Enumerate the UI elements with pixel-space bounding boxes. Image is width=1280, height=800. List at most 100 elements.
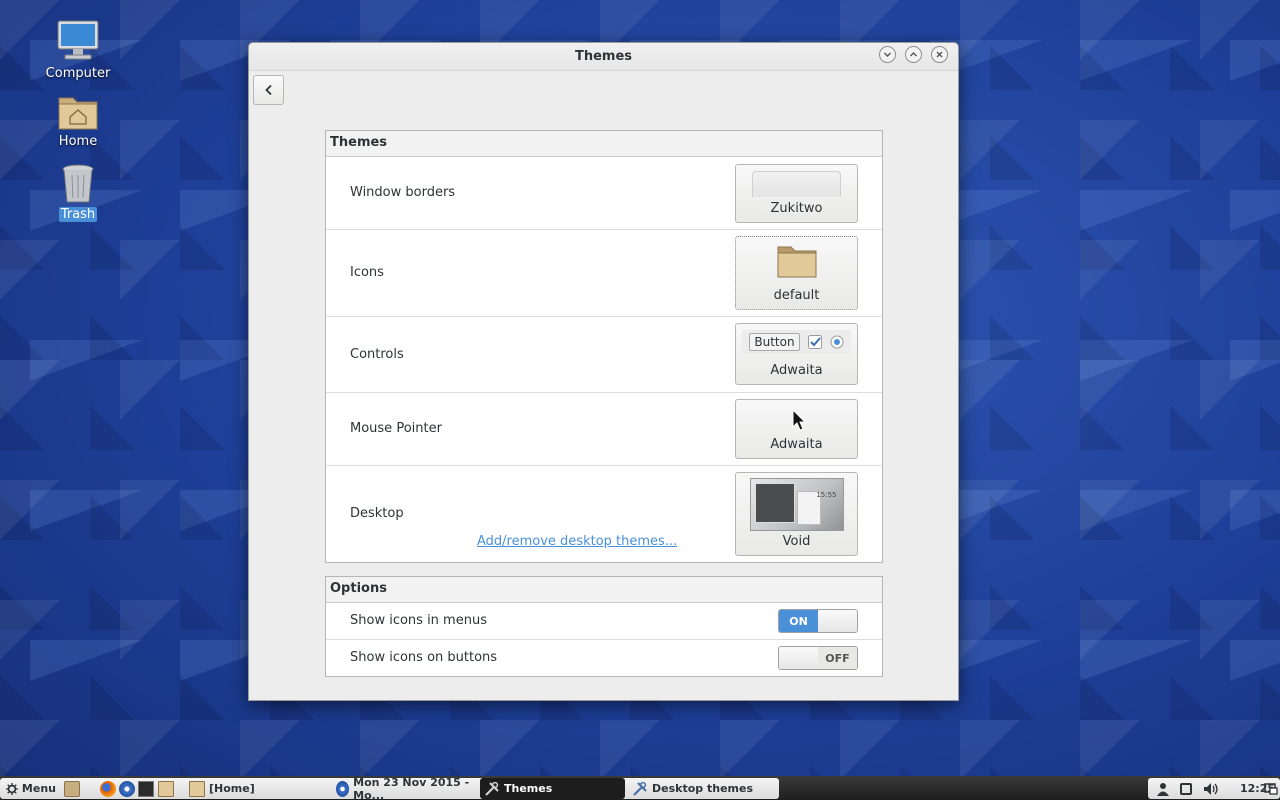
- row-label: Controls: [350, 347, 404, 362]
- controls-preview: Button: [742, 330, 851, 354]
- chevron-left-icon: [264, 84, 272, 96]
- themes-section: Themes Window borders Zukitwo Icons defa…: [325, 130, 883, 563]
- section-header: Options: [326, 577, 882, 603]
- row-label: Show icons on buttons: [350, 650, 498, 665]
- window-icon: [1180, 782, 1192, 795]
- task-home[interactable]: [Home]: [185, 778, 325, 799]
- radio-selected-icon: [830, 335, 844, 349]
- task-label: Desktop themes: [652, 782, 753, 795]
- row-show-icons-in-menus: Show icons in menus ON: [326, 603, 882, 640]
- show-desktop-icon: [64, 780, 80, 797]
- user-icon: [1157, 782, 1169, 796]
- preferences-tools-icon: [633, 781, 647, 796]
- switch-knob: [818, 610, 857, 632]
- row-mouse-pointer: Mouse Pointer Adwaita: [326, 393, 882, 466]
- arrow-cursor-icon: [792, 408, 806, 431]
- row-label: Icons: [350, 265, 384, 280]
- toolbar: [249, 71, 958, 110]
- add-remove-desktop-themes-link[interactable]: Add/remove desktop themes...: [477, 534, 677, 549]
- desktop-icon-label: Home: [58, 134, 98, 149]
- maximize-button[interactable]: [905, 46, 922, 63]
- row-desktop: Desktop Add/remove desktop themes... 15:…: [326, 466, 882, 562]
- window-titlebar[interactable]: Themes: [249, 43, 958, 71]
- folder-icon: [777, 246, 816, 278]
- volume-applet[interactable]: [1199, 778, 1219, 799]
- firefox-icon: [100, 780, 116, 797]
- task-themes[interactable]: Themes: [480, 778, 625, 799]
- thunderbird-launcher[interactable]: [115, 778, 135, 799]
- task-desktop-themes[interactable]: Desktop themes: [628, 778, 773, 799]
- theme-name: Zukitwo: [770, 201, 823, 216]
- firefox-launcher[interactable]: [96, 778, 116, 799]
- user-applet[interactable]: [1152, 778, 1170, 799]
- close-icon: [936, 51, 943, 58]
- row-label: Window borders: [350, 185, 456, 200]
- controls-theme-button[interactable]: Button Adwaita: [735, 323, 858, 385]
- theme-name: Adwaita: [770, 363, 823, 378]
- theme-name: Void: [782, 534, 811, 549]
- taskbar-tray: 12:25: [1148, 778, 1280, 799]
- task-thunderbird[interactable]: Mon 23 Nov 2015 - Mo...: [332, 775, 477, 800]
- window-title: Themes: [574, 49, 633, 64]
- show-icons-on-buttons-switch[interactable]: OFF: [778, 646, 858, 670]
- folder-icon: [158, 780, 174, 797]
- taskbar-left-panel: Menu [Home] Mon 23 Nov 2015 - Mo... Them…: [0, 775, 779, 800]
- switch-state: OFF: [818, 647, 857, 669]
- terminal-icon: [138, 780, 154, 797]
- desktop-theme-button[interactable]: 15:55 Void: [735, 472, 858, 556]
- back-button[interactable]: [253, 75, 284, 105]
- desktop-icon-label: Computer: [45, 66, 111, 81]
- theme-name: Adwaita: [770, 437, 823, 452]
- desktop-icon-label: Trash: [58, 207, 98, 222]
- row-icons: Icons default: [326, 230, 882, 317]
- window-borders-theme-button[interactable]: Zukitwo: [735, 164, 858, 223]
- trash-icon: [62, 164, 94, 203]
- switch-state: ON: [779, 610, 818, 632]
- icons-theme-button[interactable]: default: [735, 236, 858, 310]
- notifications-applet[interactable]: [1260, 778, 1278, 799]
- gear-icon: [6, 782, 18, 795]
- task-label: [Home]: [209, 782, 255, 795]
- checkbox-checked-icon: [807, 335, 822, 349]
- minimize-button[interactable]: [879, 46, 896, 63]
- menu-button[interactable]: Menu: [2, 778, 56, 799]
- workspace-applet[interactable]: [1176, 778, 1192, 799]
- desktop-preview: 15:55: [749, 478, 844, 531]
- themes-window: Themes Themes Window borders Zukitwo Ico…: [248, 42, 959, 701]
- thunderbird-icon: [336, 780, 350, 797]
- task-label: Mon 23 Nov 2015 - Mo...: [353, 775, 470, 800]
- show-icons-in-menus-switch[interactable]: ON: [778, 609, 858, 633]
- thunderbird-icon: [119, 780, 135, 797]
- desktop-icon-computer[interactable]: Computer: [38, 18, 118, 81]
- row-controls: Controls Button Adwaita: [326, 317, 882, 393]
- preview-button: Button: [749, 333, 800, 351]
- close-button[interactable]: [931, 46, 948, 63]
- folder-icon: [189, 780, 205, 797]
- desktop-icon-home[interactable]: Home: [38, 92, 118, 149]
- theme-name: default: [773, 288, 820, 303]
- row-label: Mouse Pointer: [350, 421, 442, 436]
- chevron-down-icon: [884, 52, 891, 57]
- switch-knob: [779, 647, 818, 669]
- volume-icon: [1204, 782, 1218, 795]
- preferences-tools-icon: [485, 781, 499, 796]
- files-launcher[interactable]: [154, 778, 174, 799]
- desktop-icon-trash[interactable]: Trash: [38, 163, 118, 222]
- taskbar: Menu [Home] Mon 23 Nov 2015 - Mo... Them…: [0, 776, 1280, 800]
- preview-clock: 15:55: [816, 491, 837, 499]
- window-borders-preview: [752, 171, 841, 197]
- row-show-icons-on-buttons: Show icons on buttons OFF: [326, 640, 882, 676]
- row-label: Desktop: [350, 506, 404, 521]
- section-header: Themes: [326, 131, 882, 157]
- computer-icon: [57, 20, 99, 60]
- menu-label: Menu: [21, 782, 56, 795]
- mouse-pointer-theme-button[interactable]: Adwaita: [735, 399, 858, 459]
- row-label: Show icons in menus: [350, 613, 487, 628]
- chevron-up-icon: [910, 52, 917, 57]
- home-folder-icon: [58, 97, 98, 130]
- terminal-launcher[interactable]: [134, 778, 154, 799]
- show-desktop-launcher[interactable]: [60, 778, 80, 799]
- task-label: Themes: [504, 782, 553, 795]
- row-window-borders: Window borders Zukitwo: [326, 157, 882, 230]
- options-section: Options Show icons in menus ON Show icon…: [325, 576, 883, 677]
